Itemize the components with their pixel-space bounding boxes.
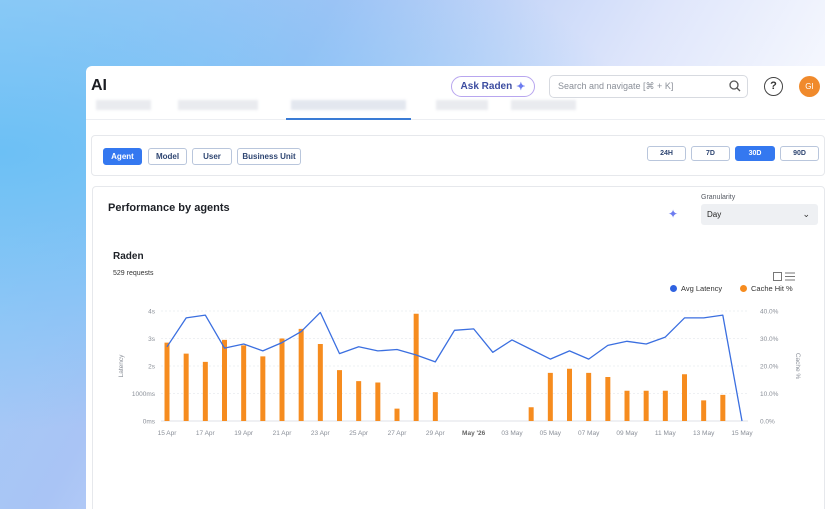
filter-bar: Agent Model User Business Unit 24H 7D 30… <box>91 135 825 176</box>
x-tick-label: 21 Apr <box>273 430 293 437</box>
cache-bar <box>260 356 266 421</box>
filter-agent-button[interactable]: Agent <box>103 148 142 165</box>
x-tick-label: 17 Apr <box>196 430 216 437</box>
cache-bar <box>701 400 707 421</box>
ask-raden-label: Ask Raden <box>460 81 513 92</box>
cache-bar <box>720 394 726 421</box>
y-right-tick-label: 40.0% <box>760 309 779 316</box>
cache-bar <box>432 392 438 421</box>
cache-bar <box>183 353 189 421</box>
cache-bar <box>662 390 668 421</box>
cache-bar <box>547 372 553 421</box>
x-tick-label: 03 May <box>501 430 523 437</box>
cache-bar <box>682 374 687 421</box>
y-left-axis-label: Latency <box>118 354 125 378</box>
cache-bar <box>317 344 323 421</box>
cache-bar <box>605 377 611 421</box>
tab-blurred-4[interactable] <box>436 100 488 110</box>
app-window: AI Ask Raden ✦ Search and navigate [⌘ + … <box>86 66 825 509</box>
x-tick-label: May '26 <box>462 430 486 437</box>
cache-bar <box>337 370 342 421</box>
cache-bar <box>298 328 304 421</box>
filter-user-button[interactable]: User <box>192 148 232 165</box>
range-30d-button[interactable]: 30D <box>735 146 775 161</box>
sparkle-icon: ✦ <box>516 81 526 93</box>
range-7d-button[interactable]: 7D <box>691 146 730 161</box>
cache-bar <box>394 408 400 421</box>
range-24h-button[interactable]: 24H <box>647 146 686 161</box>
avatar[interactable]: GI <box>799 76 820 97</box>
x-tick-label: 15 May <box>731 430 753 437</box>
x-tick-label: 07 May <box>578 430 600 437</box>
x-tick-label: 09 May <box>616 430 638 437</box>
cache-bar <box>356 381 362 421</box>
cache-bar <box>279 338 285 421</box>
y-left-tick-label: 3s <box>148 336 156 343</box>
y-left-tick-label: 4s <box>148 309 156 316</box>
x-tick-label: 15 Apr <box>158 430 178 437</box>
tab-blurred-2[interactable] <box>178 100 258 110</box>
x-tick-label: 27 Apr <box>388 430 408 437</box>
y-left-tick-label: 0ms <box>143 419 156 426</box>
y-right-tick-label: 10.0% <box>760 391 779 398</box>
cache-bar <box>528 407 534 421</box>
range-90d-button[interactable]: 90D <box>780 146 819 161</box>
cache-bar <box>586 372 592 421</box>
x-tick-label: 19 Apr <box>234 430 254 437</box>
cache-bar <box>643 390 649 421</box>
search-placeholder: Search and navigate [⌘ + K] <box>558 81 674 91</box>
x-tick-label: 05 May <box>540 430 562 437</box>
tab-blurred-5[interactable] <box>511 100 576 110</box>
active-tab-indicator <box>286 118 411 120</box>
x-tick-label: 13 May <box>693 430 715 437</box>
y-left-tick-label: 1000ms <box>132 391 156 398</box>
ask-raden-button[interactable]: Ask Raden ✦ <box>451 76 535 97</box>
tab-blurred-1[interactable] <box>96 100 151 110</box>
performance-chart: 0ms 1000ms 2s 3s 4s 0.0% 10.0% 20.0% 30.0% 40.0% L… <box>118 309 801 438</box>
y-right-tick-label: 0.0% <box>760 419 775 426</box>
latency-line <box>166 311 743 422</box>
x-tick-label: 29 Apr <box>426 430 446 437</box>
y-right-tick-label: 20.0% <box>760 364 779 371</box>
filter-business-unit-button[interactable]: Business Unit <box>237 148 301 165</box>
help-icon[interactable]: ? <box>764 77 783 96</box>
search-icon <box>729 80 741 92</box>
y-left-tick-label: 2s <box>148 364 156 371</box>
x-tick-label: 25 Apr <box>349 430 369 437</box>
y-right-axis-label: Cache % <box>794 353 801 380</box>
performance-panel: Performance by agents ✦ Granularity Day … <box>92 186 825 509</box>
tab-blurred-active[interactable] <box>291 100 406 110</box>
x-tick-label: 11 May <box>655 430 677 437</box>
cache-bar <box>567 368 572 421</box>
cache-bar <box>241 345 247 421</box>
cache-bar <box>222 339 227 421</box>
tab-bar <box>86 96 825 120</box>
filter-model-button[interactable]: Model <box>148 148 187 165</box>
cache-bar <box>164 342 170 421</box>
cache-bar <box>413 313 419 421</box>
x-tick-label: 23 Apr <box>311 430 331 437</box>
search-input[interactable]: Search and navigate [⌘ + K] <box>549 75 748 98</box>
cache-bar <box>375 382 381 421</box>
page-title: AI <box>91 77 107 94</box>
y-right-tick-label: 30.0% <box>760 336 779 343</box>
cache-bar <box>624 390 630 421</box>
cache-bar <box>202 361 208 421</box>
